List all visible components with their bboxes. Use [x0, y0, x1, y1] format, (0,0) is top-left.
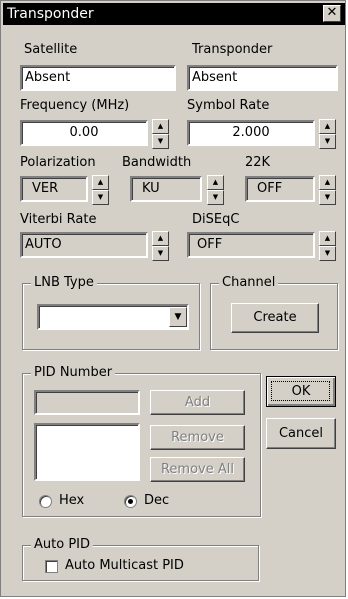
- viterbi-spinner[interactable]: ▲ ▼: [152, 231, 169, 261]
- spin-down-icon[interactable]: ▼: [152, 134, 169, 149]
- polarization-spinner[interactable]: ▲ ▼: [92, 175, 109, 205]
- polarization-field[interactable]: VER: [20, 176, 88, 202]
- auto-pid-label: Auto PID: [31, 537, 93, 552]
- remove-all-pid-button[interactable]: Remove All: [150, 457, 245, 482]
- add-pid-button[interactable]: Add: [150, 390, 245, 415]
- polarization-label: Polarization: [20, 155, 96, 170]
- symbol-rate-field[interactable]: 2.000: [187, 120, 315, 146]
- window-title: Transponder: [7, 6, 94, 22]
- frequency-field[interactable]: 0.00: [20, 120, 148, 146]
- spin-down-icon[interactable]: ▼: [319, 246, 336, 261]
- viterbi-field[interactable]: AUTO: [20, 232, 148, 258]
- diseqc-label: DiSEqC: [192, 212, 240, 227]
- lnb-type-label: LNB Type: [31, 275, 97, 290]
- dec-radio[interactable]: [124, 495, 137, 508]
- tone-22k-spinner[interactable]: ▲ ▼: [319, 175, 336, 205]
- frequency-label: Frequency (MHz): [20, 98, 130, 113]
- focus-rectangle: [271, 381, 330, 401]
- bandwidth-spinner[interactable]: ▲ ▼: [207, 175, 224, 205]
- satellite-label: Satellite: [24, 42, 78, 57]
- spin-up-icon[interactable]: ▲: [152, 231, 169, 246]
- dropdown-arrow-icon[interactable]: ▼: [169, 307, 187, 327]
- spin-up-icon[interactable]: ▲: [319, 175, 336, 190]
- auto-multicast-label: Auto Multicast PID: [65, 558, 184, 573]
- pid-list[interactable]: [34, 423, 140, 481]
- spin-up-icon[interactable]: ▲: [207, 175, 224, 190]
- spin-down-icon[interactable]: ▼: [319, 190, 336, 205]
- transponder-label: Transponder: [192, 42, 273, 57]
- hex-radio-label: Hex: [59, 493, 85, 508]
- viterbi-label: Viterbi Rate: [20, 212, 97, 227]
- symbol-rate-label: Symbol Rate: [187, 98, 270, 113]
- close-icon: ✕: [326, 5, 338, 20]
- spin-down-icon[interactable]: ▼: [319, 134, 336, 149]
- lnb-type-select[interactable]: [37, 304, 189, 330]
- hex-radio[interactable]: [39, 495, 52, 508]
- transponder-dialog: Transponder ✕ Satellite Absent Transpond…: [0, 0, 346, 597]
- spin-up-icon[interactable]: ▲: [92, 175, 109, 190]
- channel-label: Channel: [219, 275, 279, 290]
- spin-down-icon[interactable]: ▼: [152, 246, 169, 261]
- bandwidth-field[interactable]: KU: [130, 176, 202, 202]
- diseqc-field[interactable]: OFF: [187, 232, 315, 258]
- tone-22k-field[interactable]: OFF: [245, 176, 315, 202]
- diseqc-spinner[interactable]: ▲ ▼: [319, 231, 336, 261]
- spin-up-icon[interactable]: ▲: [319, 119, 336, 134]
- tone-22k-label: 22K: [245, 155, 271, 170]
- frequency-spinner[interactable]: ▲ ▼: [152, 119, 169, 149]
- remove-pid-button[interactable]: Remove: [150, 425, 245, 450]
- spin-up-icon[interactable]: ▲: [319, 231, 336, 246]
- spin-down-icon[interactable]: ▼: [92, 190, 109, 205]
- spin-down-icon[interactable]: ▼: [207, 190, 224, 205]
- title-bar[interactable]: Transponder ✕: [3, 3, 345, 25]
- dec-radio-label: Dec: [144, 493, 170, 508]
- radio-selected-dot: [128, 499, 133, 504]
- pid-input[interactable]: [34, 390, 140, 415]
- transponder-field[interactable]: Absent: [187, 65, 338, 91]
- ok-button[interactable]: OK: [266, 376, 336, 407]
- close-button[interactable]: ✕: [323, 5, 341, 22]
- satellite-field[interactable]: Absent: [20, 65, 176, 91]
- bandwidth-label: Bandwidth: [122, 155, 192, 170]
- symbol-rate-spinner[interactable]: ▲ ▼: [319, 119, 336, 149]
- pid-number-label: PID Number: [31, 365, 116, 380]
- auto-multicast-checkbox[interactable]: [45, 560, 58, 573]
- cancel-button[interactable]: Cancel: [266, 418, 336, 449]
- spin-up-icon[interactable]: ▲: [152, 119, 169, 134]
- create-channel-button[interactable]: Create: [231, 303, 319, 333]
